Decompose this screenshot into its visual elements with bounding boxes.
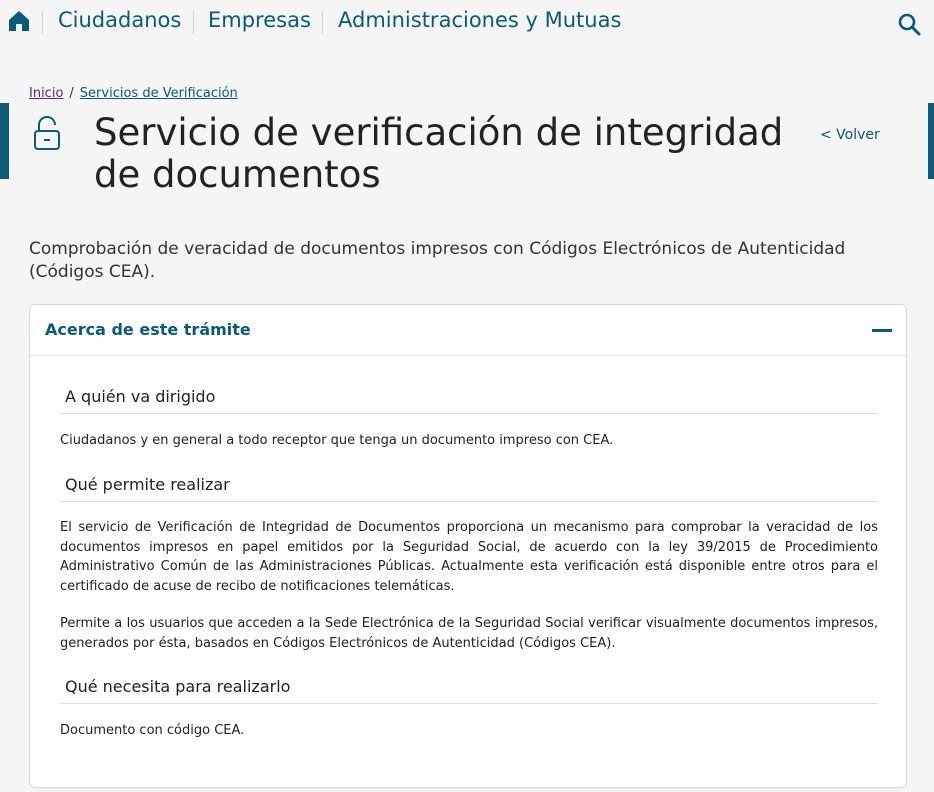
section-heading-target: A quién va dirigido <box>60 388 878 414</box>
search-icon[interactable] <box>897 12 921 36</box>
breadcrumb: Inicio / Servicios de Verificación <box>29 86 238 101</box>
title-accent-bar-right <box>928 103 934 179</box>
minus-icon[interactable] <box>872 329 892 332</box>
section-text-needs: Documento con código CEA. <box>60 723 245 738</box>
home-icon[interactable] <box>8 10 30 32</box>
section-text-allows-1: El servicio de Verificación de Integrida… <box>60 520 878 594</box>
card-header[interactable]: Acerca de este trámite <box>30 305 906 356</box>
nav-link-ciudadanos[interactable]: Ciudadanos <box>58 8 181 32</box>
about-procedure-card: Acerca de este trámite A quién va dirigi… <box>29 304 907 788</box>
card-title: Acerca de este trámite <box>45 320 251 339</box>
page-title: Servicio de verificación de integridad d… <box>94 111 784 196</box>
intro-text: Comprobación de veracidad de documentos … <box>29 239 846 282</box>
nav-link-administraciones[interactable]: Administraciones y Mutuas <box>338 8 621 32</box>
breadcrumb-current-link[interactable]: Servicios de Verificación <box>80 86 238 101</box>
nav-separator <box>193 10 194 34</box>
nav-separator <box>42 10 43 34</box>
section-text-target: Ciudadanos y en general a todo receptor … <box>60 433 614 448</box>
title-accent-bar-left <box>0 103 9 179</box>
section-heading-allows: Qué permite realizar <box>60 476 878 502</box>
unlocked-padlock-icon <box>34 116 60 150</box>
section-text-allows-2: Permite a los usuarios que acceden a la … <box>60 616 878 651</box>
back-link[interactable]: < Volver <box>820 127 880 143</box>
nav-separator <box>322 10 323 34</box>
breadcrumb-home-link[interactable]: Inicio <box>29 86 63 101</box>
section-heading-needs: Qué necesita para realizarlo <box>60 678 878 704</box>
top-navigation: Ciudadanos Empresas Administraciones y M… <box>0 0 934 46</box>
nav-link-empresas[interactable]: Empresas <box>208 8 311 32</box>
breadcrumb-separator: / <box>69 86 74 101</box>
